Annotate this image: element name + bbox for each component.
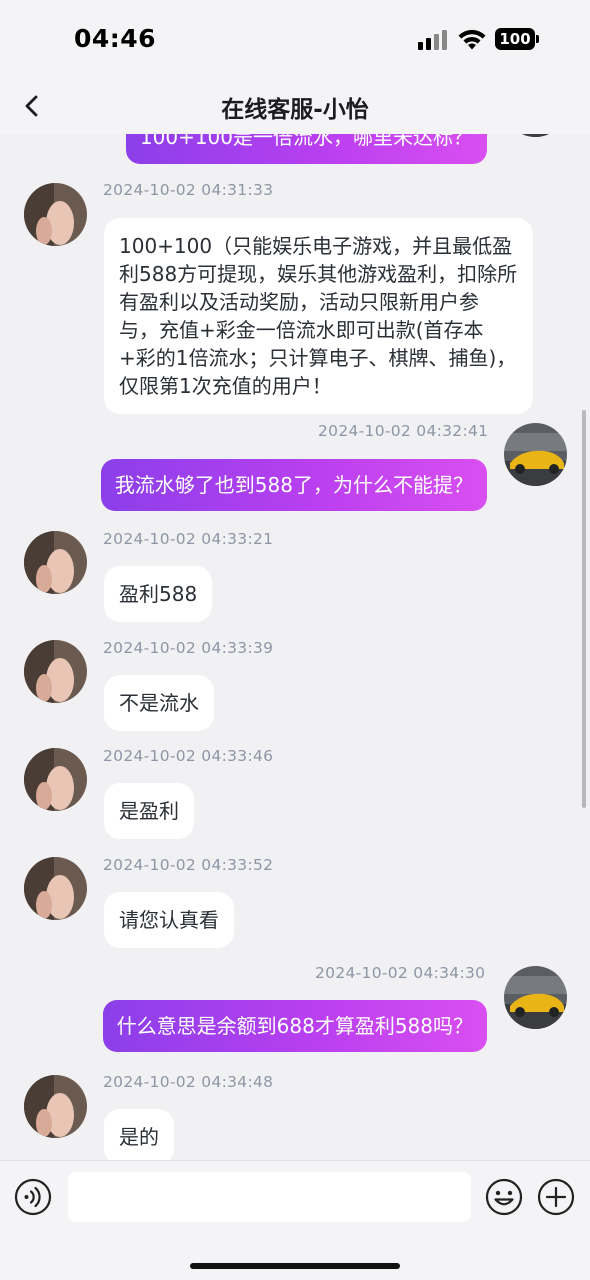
message-timestamp: 2024-10-02 04:33:39 [103, 639, 274, 657]
message-timestamp: 2024-10-02 04:33:21 [103, 530, 274, 548]
message-bubble[interactable]: 请您认真看 [104, 892, 234, 948]
message-bubble[interactable]: 什么意思是余额到688才算盈利588吗？ [102, 1000, 487, 1052]
battery-level: 100 [495, 28, 535, 50]
user-avatar[interactable] [504, 966, 567, 1029]
wifi-icon [458, 29, 486, 50]
agent-avatar[interactable] [24, 183, 87, 246]
message-bubble[interactable]: 不是流水 [104, 675, 214, 731]
message-timestamp: 2024-10-02 04:33:46 [103, 747, 274, 765]
agent-avatar[interactable] [24, 640, 87, 703]
home-indicator [190, 1263, 400, 1269]
user-avatar[interactable] [504, 423, 567, 486]
user-avatar[interactable] [504, 134, 567, 137]
nav-bar: 在线客服-小怡 [0, 78, 590, 134]
chat-message-list[interactable]: 100+100是一倍流水，哪里未达标？ 2024-10-02 04:31:33 … [0, 134, 590, 1160]
message-bubble[interactable]: 100+100（只能娱乐电子游戏，并且最低盈利588方可提现，娱乐其他游戏盈利，… [104, 218, 533, 414]
message-bubble[interactable]: 100+100是一倍流水，哪里未达标？ [125, 134, 487, 164]
agent-avatar[interactable] [24, 748, 87, 811]
status-time: 04:46 [74, 24, 157, 53]
message-timestamp: 2024-10-02 04:34:48 [103, 1073, 274, 1091]
battery-icon: 100 [495, 28, 539, 50]
agent-avatar[interactable] [24, 857, 87, 920]
message-timestamp: 2024-10-02 04:34:30 [315, 964, 486, 982]
input-bar [0, 1160, 590, 1280]
message-timestamp: 2024-10-02 04:32:41 [318, 422, 489, 440]
message-input[interactable] [68, 1172, 471, 1222]
agent-avatar[interactable] [24, 1075, 87, 1138]
message-timestamp: 2024-10-02 04:31:33 [103, 181, 274, 199]
emoji-icon[interactable] [485, 1178, 523, 1216]
agent-avatar[interactable] [24, 531, 87, 594]
message-bubble[interactable]: 我流水够了也到588了，为什么不能提？ [100, 459, 487, 511]
message-timestamp: 2024-10-02 04:33:52 [103, 856, 274, 874]
cellular-signal-icon [418, 30, 448, 50]
voice-icon[interactable] [14, 1178, 52, 1216]
message-bubble[interactable]: 是盈利 [104, 783, 194, 839]
page-title: 在线客服-小怡 [221, 97, 369, 123]
scroll-indicator[interactable] [582, 410, 586, 808]
message-bubble[interactable]: 是的 [104, 1109, 174, 1160]
status-bar: 04:46 100 [0, 0, 590, 78]
plus-icon[interactable] [537, 1178, 575, 1216]
message-bubble[interactable]: 盈利588 [104, 566, 213, 622]
